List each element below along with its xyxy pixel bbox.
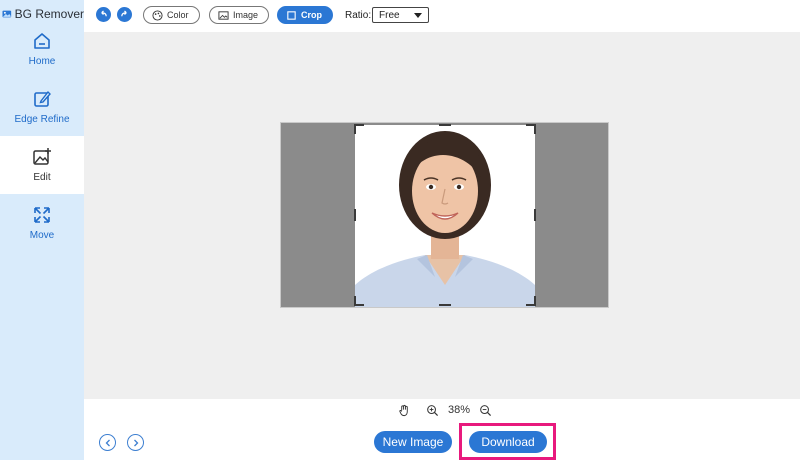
zoom-out-icon[interactable] — [479, 404, 492, 417]
portrait-photo — [355, 125, 535, 307]
sidebar-item-label: Move — [29, 230, 55, 241]
crop-handle-bottom-left-v[interactable] — [354, 296, 356, 306]
sidebar: BG Remover Home Edge Refine Edit Move — [0, 0, 84, 460]
chevron-right-icon — [133, 439, 138, 446]
ratio-label: Ratio: — [345, 10, 372, 21]
image-canvas — [280, 122, 609, 308]
crop-handle-bottom-right-v[interactable] — [534, 296, 536, 306]
ratio-select-value: Free — [379, 9, 400, 21]
new-image-button[interactable]: New Image — [374, 431, 452, 453]
hand-pan-icon[interactable] — [398, 404, 411, 417]
crop-handle-bottom[interactable] — [439, 304, 451, 306]
previous-button[interactable] — [99, 434, 116, 451]
zoom-level: 38% — [448, 404, 471, 416]
sidebar-item-edit[interactable]: Edit — [0, 136, 84, 194]
palette-icon — [152, 9, 163, 21]
edit-pen-icon — [34, 90, 51, 107]
redo-button[interactable] — [117, 7, 132, 22]
crop-area[interactable] — [355, 125, 535, 307]
crop-icon — [287, 10, 296, 20]
sidebar-item-move[interactable]: Move — [0, 194, 84, 252]
crop-handle-right[interactable] — [534, 209, 536, 221]
zoom-controls: 38% — [84, 399, 800, 423]
bottom-bar: New Image Download — [84, 423, 800, 460]
chevron-down-icon — [414, 13, 422, 18]
image-icon — [218, 10, 229, 20]
home-icon — [34, 33, 50, 49]
zoom-in-icon[interactable] — [426, 404, 439, 417]
color-button-label: Color — [167, 10, 189, 20]
undo-button[interactable] — [96, 7, 111, 22]
sidebar-item-label: Home — [28, 56, 56, 67]
image-button[interactable]: Image — [209, 6, 270, 24]
image-button-label: Image — [233, 10, 259, 20]
app-name: BG Remover — [14, 7, 84, 21]
sidebar-item-label: Edge Refine — [14, 114, 70, 125]
move-arrows-icon — [34, 207, 50, 223]
crop-button-label: Crop — [301, 10, 322, 20]
sidebar-item-label: Edit — [33, 172, 51, 183]
toolbar: Color Image Crop Ratio: Free — [84, 0, 800, 32]
image-edit-icon — [33, 148, 51, 165]
crop-handle-top-left-v[interactable] — [354, 124, 356, 134]
ratio-select[interactable]: Free — [372, 7, 429, 23]
crop-handle-top-right-v[interactable] — [534, 124, 536, 134]
sidebar-item-edge-refine[interactable]: Edge Refine — [0, 78, 84, 136]
sidebar-item-home[interactable]: Home — [0, 20, 84, 78]
next-button[interactable] — [127, 434, 144, 451]
crop-handle-left[interactable] — [354, 209, 356, 221]
new-image-button-label: New Image — [382, 435, 444, 449]
crop-handle-top[interactable] — [439, 124, 451, 126]
chevron-left-icon — [105, 439, 110, 446]
download-button[interactable]: Download — [469, 431, 547, 453]
color-button[interactable]: Color — [143, 6, 200, 24]
redo-icon — [121, 10, 127, 17]
workspace — [84, 32, 800, 399]
undo-icon — [101, 10, 107, 17]
crop-button[interactable]: Crop — [277, 6, 333, 24]
download-button-label: Download — [481, 435, 535, 449]
